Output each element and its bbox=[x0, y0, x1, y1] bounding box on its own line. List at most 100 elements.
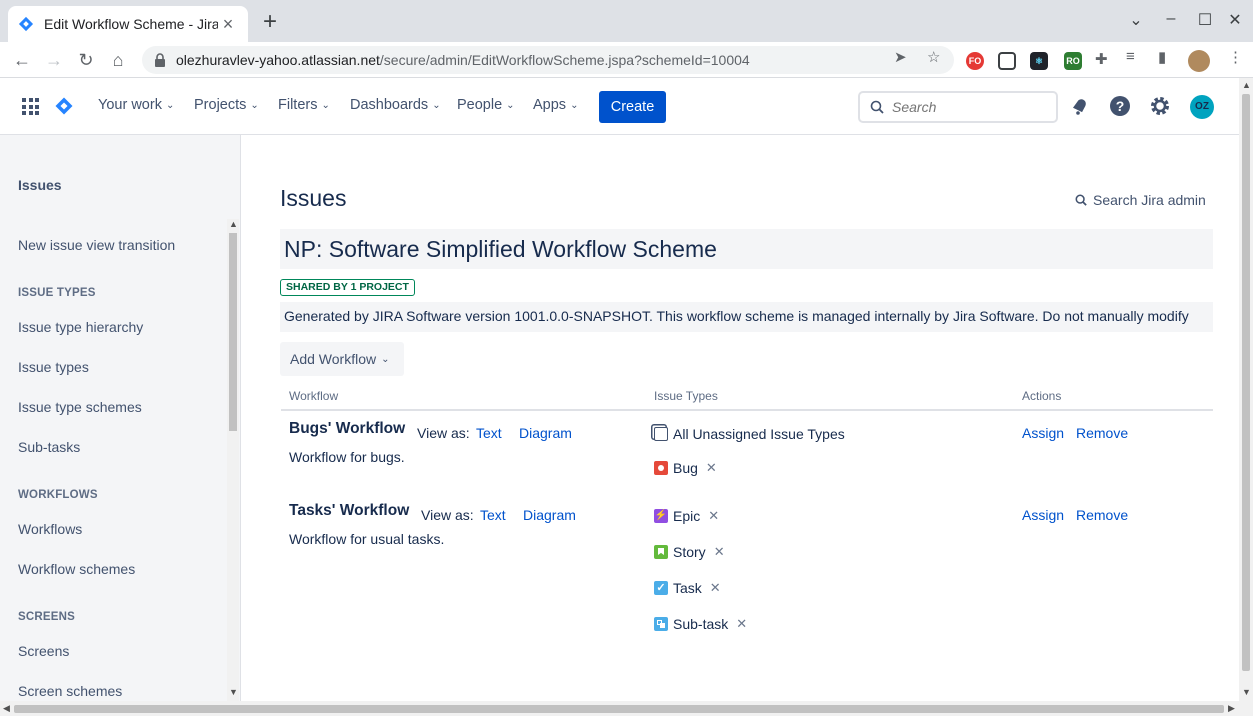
side-panel-icon[interactable]: ▮ bbox=[1158, 48, 1166, 66]
remove-issue-type-icon[interactable]: ✕ bbox=[708, 508, 719, 524]
sidebar-scrollbar[interactable]: ▲ ▼ bbox=[227, 219, 239, 701]
assign-link[interactable]: Assign bbox=[1022, 425, 1064, 441]
workflow-name: Tasks' Workflow bbox=[289, 502, 410, 519]
shared-by-projects-badge[interactable]: SHARED BY 1 PROJECT bbox=[280, 279, 415, 296]
page-horizontal-scrollbar-thumb[interactable] bbox=[14, 705, 1224, 713]
nav-label: Apps bbox=[533, 97, 567, 113]
sidebar-item-workflow-schemes[interactable]: Workflow schemes bbox=[18, 561, 135, 577]
home-icon[interactable]: ⌂ bbox=[106, 48, 130, 72]
view-as-diagram-link[interactable]: Diagram bbox=[519, 425, 572, 441]
jira-logo-icon[interactable] bbox=[54, 96, 74, 116]
sidebar-item-sub-tasks[interactable]: Sub-tasks bbox=[18, 439, 80, 455]
chevron-down-icon: ⌄ bbox=[570, 99, 579, 111]
notifications-bell-icon[interactable] bbox=[1068, 94, 1092, 118]
page-horizontal-scrollbar[interactable]: ◀ ▶ bbox=[0, 701, 1253, 716]
add-workflow-button[interactable]: Add Workflow ⌄ bbox=[280, 342, 404, 376]
app-switcher-icon[interactable] bbox=[22, 98, 39, 115]
view-as-text-link[interactable]: Text bbox=[480, 507, 506, 523]
back-icon[interactable]: ← bbox=[10, 48, 34, 72]
sidebar-scrollbar-thumb[interactable] bbox=[229, 233, 237, 431]
bookmark-star-icon[interactable]: ☆ bbox=[927, 48, 940, 66]
view-as-text-link[interactable]: Text bbox=[476, 425, 502, 441]
reading-list-icon[interactable]: ≡ bbox=[1126, 48, 1135, 65]
browser-tab[interactable]: Edit Workflow Scheme - Jira × bbox=[8, 6, 248, 42]
scroll-up-arrow-icon[interactable]: ▲ bbox=[229, 219, 238, 229]
search-input[interactable] bbox=[892, 99, 1042, 115]
scroll-down-arrow-icon[interactable]: ▼ bbox=[1242, 687, 1251, 697]
sidebar-item-screen-schemes[interactable]: Screen schemes bbox=[18, 683, 122, 699]
column-header-actions: Actions bbox=[1022, 389, 1062, 403]
sidebar-item-issue-type-hierarchy[interactable]: Issue type hierarchy bbox=[18, 319, 143, 335]
scroll-up-arrow-icon[interactable]: ▲ bbox=[1242, 80, 1251, 90]
issue-type-label: Task bbox=[673, 580, 702, 596]
column-header-issue-types: Issue Types bbox=[654, 389, 718, 403]
sidebar-item-screens[interactable]: Screens bbox=[18, 643, 69, 659]
bug-icon bbox=[654, 461, 668, 475]
subtask-icon bbox=[654, 617, 668, 631]
remove-link[interactable]: Remove bbox=[1076, 507, 1128, 523]
main-content: Issues Search Jira admin NP: Software Si… bbox=[241, 135, 1239, 701]
react-devtools-icon[interactable]: ⚛ bbox=[1030, 52, 1048, 70]
jira-favicon-icon bbox=[18, 16, 34, 32]
scheme-description-field[interactable]: Generated by JIRA Software version 1001.… bbox=[280, 302, 1213, 332]
extension-fo-icon[interactable]: FO bbox=[966, 52, 984, 70]
sidebar-item-new-issue-view-transition[interactable]: New issue view transition bbox=[18, 237, 175, 253]
send-icon[interactable]: ➤ bbox=[894, 48, 907, 66]
extensions-puzzle-icon[interactable]: ✚ bbox=[1095, 50, 1108, 68]
remove-issue-type-icon[interactable]: ✕ bbox=[714, 544, 725, 560]
nav-apps[interactable]: Apps ⌄ bbox=[533, 97, 578, 113]
chevron-down-icon: ⌄ bbox=[165, 99, 175, 111]
nav-filters[interactable]: Filters ⌄ bbox=[278, 97, 330, 113]
page-title: Issues bbox=[280, 185, 347, 211]
create-button[interactable]: Create bbox=[599, 91, 666, 123]
scroll-left-arrow-icon[interactable]: ◀ bbox=[3, 703, 10, 714]
tab-search-chevron-icon[interactable]: ⌄ bbox=[1126, 10, 1146, 30]
sidebar-title: Issues bbox=[18, 177, 62, 193]
maximize-icon[interactable]: ☐ bbox=[1195, 10, 1215, 30]
extension-ro-icon[interactable]: RO bbox=[1064, 52, 1082, 70]
user-avatar[interactable]: OZ bbox=[1190, 95, 1214, 119]
search-field[interactable] bbox=[858, 91, 1058, 123]
nav-projects[interactable]: Projects ⌄ bbox=[194, 97, 259, 113]
forward-icon[interactable]: → bbox=[42, 48, 66, 72]
profile-avatar[interactable] bbox=[1188, 50, 1210, 72]
scroll-right-arrow-icon[interactable]: ▶ bbox=[1228, 703, 1235, 714]
column-header-workflow: Workflow bbox=[289, 389, 339, 403]
scroll-down-arrow-icon[interactable]: ▼ bbox=[229, 687, 238, 697]
help-icon[interactable]: ? bbox=[1108, 94, 1132, 118]
scheme-name: NP: Software Simplified Workflow Scheme bbox=[284, 236, 717, 262]
address-bar[interactable]: olezhuravlev-yahoo.atlassian.net/secure/… bbox=[142, 46, 954, 74]
sidebar-header-issue-types: ISSUE TYPES bbox=[18, 287, 96, 299]
nav-people[interactable]: People ⌄ bbox=[457, 97, 515, 113]
sidebar-item-issue-type-schemes[interactable]: Issue type schemes bbox=[18, 399, 142, 415]
remove-link[interactable]: Remove bbox=[1076, 425, 1128, 441]
search-icon bbox=[870, 100, 884, 114]
page-vertical-scrollbar-thumb[interactable] bbox=[1242, 94, 1250, 671]
remove-issue-type-icon[interactable]: ✕ bbox=[706, 460, 717, 476]
settings-gear-icon[interactable] bbox=[1148, 94, 1172, 118]
scheme-name-field[interactable]: NP: Software Simplified Workflow Scheme bbox=[280, 229, 1213, 269]
page-vertical-scrollbar[interactable]: ▲ ▼ bbox=[1239, 78, 1253, 701]
chevron-down-icon: ⌄ bbox=[506, 99, 515, 111]
tab-close-icon[interactable]: × bbox=[218, 14, 238, 35]
nav-dashboards[interactable]: Dashboards ⌄ bbox=[350, 97, 441, 113]
assign-link[interactable]: Assign bbox=[1022, 507, 1064, 523]
new-tab-icon[interactable]: + bbox=[258, 10, 282, 34]
remove-issue-type-icon[interactable]: ✕ bbox=[736, 616, 747, 632]
issue-type-item: All Unassigned Issue Types bbox=[654, 426, 845, 442]
sidebar-item-workflows[interactable]: Workflows bbox=[18, 521, 82, 537]
remove-issue-type-icon[interactable]: ✕ bbox=[710, 580, 721, 596]
extension-puzzle-a-icon[interactable] bbox=[998, 52, 1016, 70]
issue-type-item: ⚡ Epic ✕ bbox=[654, 508, 719, 524]
search-jira-admin-link[interactable]: Search Jira admin bbox=[1075, 192, 1206, 208]
lock-icon bbox=[155, 53, 165, 67]
browser-menu-icon[interactable]: ⋮ bbox=[1228, 48, 1243, 66]
minimize-icon[interactable]: – bbox=[1161, 10, 1181, 28]
sidebar-item-issue-types[interactable]: Issue types bbox=[18, 359, 89, 375]
chevron-down-icon: ⌄ bbox=[321, 99, 330, 111]
close-window-icon[interactable]: ✕ bbox=[1225, 10, 1245, 30]
add-workflow-label: Add Workflow bbox=[290, 351, 377, 367]
nav-your-work[interactable]: Your work ⌄ bbox=[98, 97, 174, 113]
view-as-diagram-link[interactable]: Diagram bbox=[523, 507, 576, 523]
reload-icon[interactable]: ↻ bbox=[74, 48, 98, 72]
